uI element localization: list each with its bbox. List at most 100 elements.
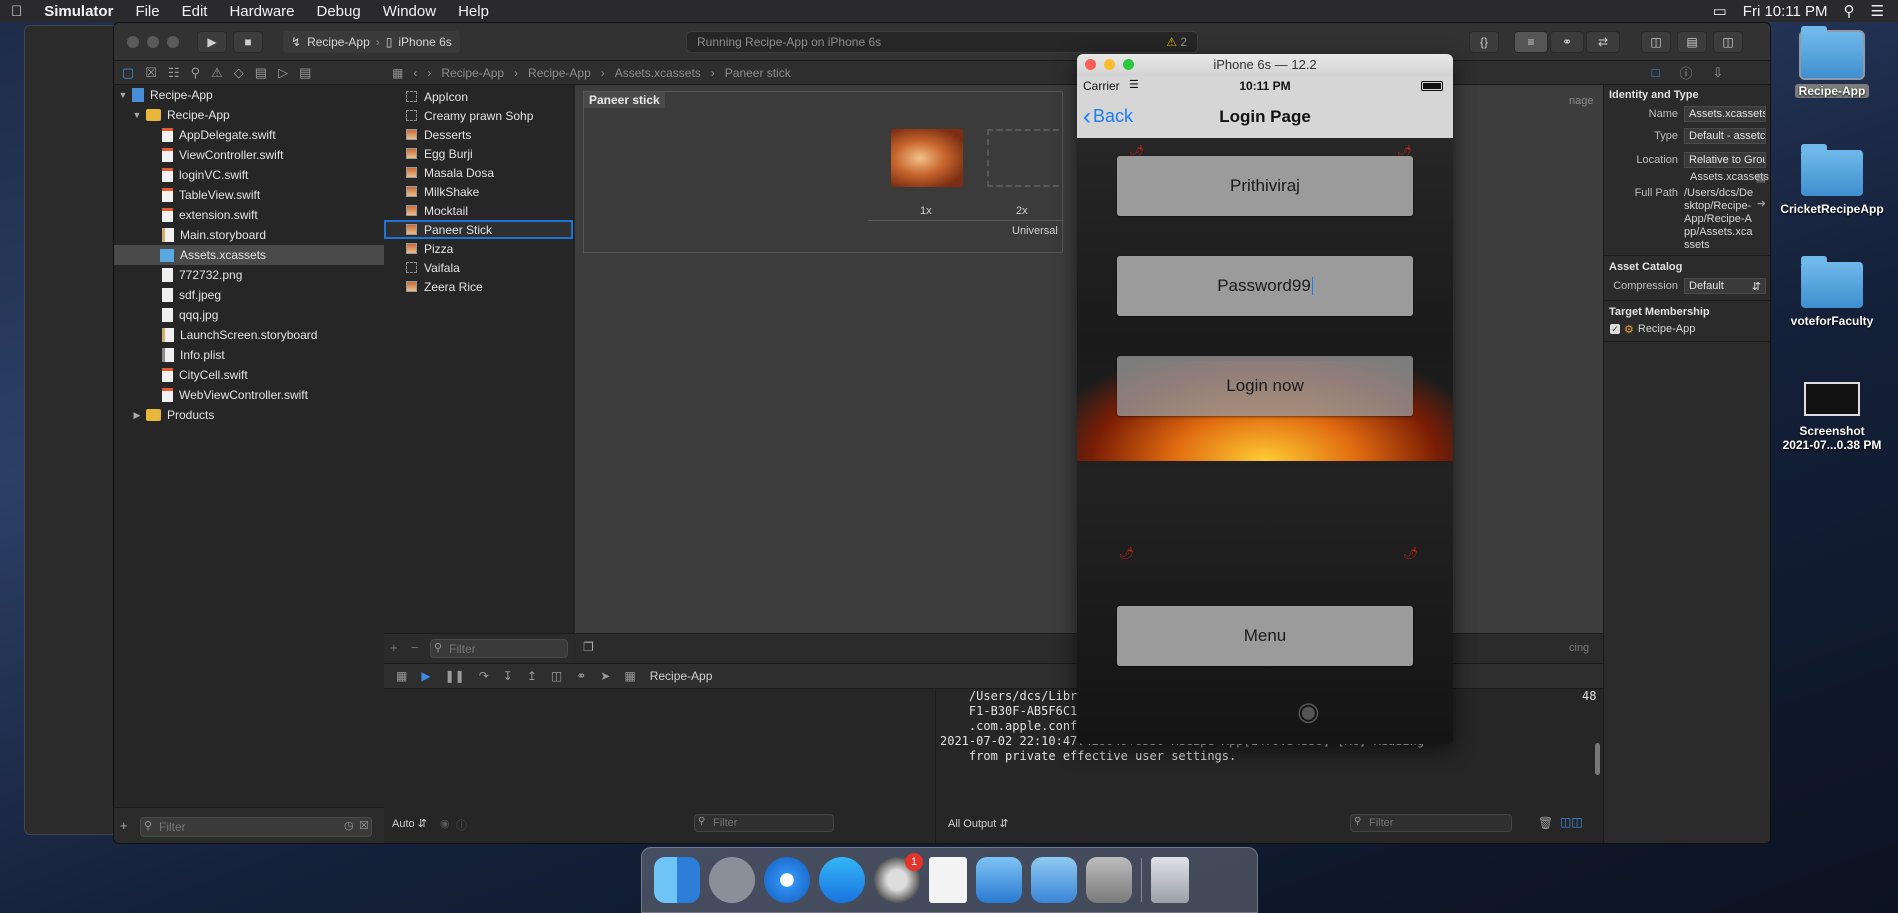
menu-hardware[interactable]: Hardware (218, 3, 305, 20)
eye-icon[interactable]: ◉ (440, 817, 450, 830)
toggle-debug-button[interactable]: ▤ (1677, 31, 1707, 53)
slicing-label-fragment[interactable]: cing (1569, 642, 1589, 654)
report-navigator-icon[interactable]: ▤ (299, 65, 311, 81)
minimize-window-button[interactable] (147, 36, 159, 48)
trash-icon[interactable]: 🗑 (1538, 816, 1553, 830)
name-field[interactable]: Assets.xcassets (1684, 106, 1766, 122)
menu-debug[interactable]: Debug (306, 3, 372, 20)
tree-row-file[interactable]: LaunchScreen.storyboard (114, 325, 384, 345)
zoom-window-button[interactable] (1123, 59, 1134, 70)
minimize-window-button[interactable] (1104, 59, 1115, 70)
add-asset-icon[interactable]: + (390, 640, 398, 655)
menu-button[interactable]: Menu (1117, 606, 1413, 666)
disclosure-closed-icon[interactable]: ▶ (132, 410, 142, 421)
breadcrumb-imageset[interactable]: Paneer stick (725, 66, 791, 80)
warning-indicator[interactable]: ⚠ 2 (1166, 35, 1187, 49)
asset-item[interactable]: Egg Burji (384, 144, 573, 163)
menu-help[interactable]: Help (447, 3, 500, 20)
asset-item[interactable]: Pizza (384, 239, 573, 258)
asset-item[interactable]: AppIcon (384, 87, 573, 106)
tree-row-file[interactable]: 772732.png (114, 265, 384, 285)
slot-2x-empty[interactable] (987, 129, 1059, 187)
assistant-editor-button[interactable]: ⚭ (1550, 31, 1584, 53)
console-filter-input[interactable] (1350, 814, 1512, 832)
tree-row-file[interactable]: ViewController.swift (114, 145, 384, 165)
tree-row-project[interactable]: ▼ Recipe-App (114, 85, 384, 105)
asset-filter-input[interactable] (430, 639, 568, 658)
split-view-icon[interactable]: ◫◫ (1560, 815, 1583, 829)
xcode-icon[interactable] (976, 857, 1022, 903)
tree-row-file[interactable]: Main.storyboard (114, 225, 384, 245)
folder-browse-icon[interactable]: ▤ (1756, 171, 1766, 184)
project-navigator-icon[interactable]: ▢ (122, 65, 134, 81)
debug-target-label[interactable]: Recipe-App (650, 669, 713, 683)
close-window-button[interactable] (127, 36, 139, 48)
tree-row-file[interactable]: TableView.swift (114, 185, 384, 205)
finder-icon[interactable] (654, 857, 700, 903)
info-icon[interactable]: ⓘ (456, 817, 467, 833)
screen-mirror-icon[interactable]: ▭ (1713, 2, 1727, 20)
type-popup[interactable]: Default - assetcatalog⇵ (1684, 128, 1766, 144)
username-field[interactable]: Prithiviraj (1117, 156, 1413, 216)
password-field[interactable]: Password99 (1117, 256, 1413, 316)
menu-app-simulator[interactable]: Simulator (33, 3, 124, 20)
tree-row-file[interactable]: AppDelegate.swift (114, 125, 384, 145)
toggle-navigator-button[interactable]: ◫ (1641, 31, 1671, 53)
step-into-icon[interactable]: ↧ (503, 669, 513, 683)
tree-row-file-selected[interactable]: Assets.xcassets (114, 245, 384, 265)
apple-menu-icon[interactable]:  (0, 3, 33, 20)
step-over-icon[interactable]: ↷ (479, 669, 489, 683)
source-control-filter-icon[interactable]: ☒ (359, 819, 369, 832)
tree-row-group[interactable]: ▼ Recipe-App (114, 105, 384, 125)
run-button[interactable]: ▶ (197, 31, 227, 53)
view-debugger-icon[interactable]: ◫ (551, 669, 562, 683)
add-icon[interactable]: + (120, 818, 128, 833)
standard-editor-button[interactable]: ≡ (1514, 31, 1548, 53)
safari-icon[interactable] (764, 857, 810, 903)
test-navigator-icon[interactable]: ◇ (234, 65, 244, 81)
file-inspector-icon[interactable]: □ (1652, 65, 1660, 80)
location-icon[interactable]: ➤ (600, 669, 610, 683)
attributes-inspector-icon[interactable]: ⇩ (1712, 65, 1723, 81)
disclosure-open-icon[interactable]: ▼ (132, 110, 142, 120)
tree-row-file[interactable]: qqq.jpg (114, 305, 384, 325)
find-navigator-icon[interactable]: ⚲ (191, 65, 201, 81)
reveal-in-finder-icon[interactable]: ➜ (1757, 197, 1766, 210)
toggle-inspector-button[interactable]: ◫ (1713, 31, 1743, 53)
desktop-screenshot-file[interactable]: Screenshot 2021-07...0.38 PM (1772, 382, 1892, 452)
preview-icon[interactable] (1086, 857, 1132, 903)
asset-item[interactable]: MilkShake (384, 182, 573, 201)
zoom-window-button[interactable] (167, 36, 179, 48)
notification-center-icon[interactable]: ☰ (1871, 2, 1884, 20)
tree-row-file[interactable]: sdf.jpeg (114, 285, 384, 305)
issue-navigator-icon[interactable]: ⚠ (211, 65, 223, 81)
menu-file[interactable]: File (124, 3, 170, 20)
tree-row-file[interactable]: WebViewController.swift (114, 385, 384, 405)
pause-icon[interactable]: ❚❚ (445, 669, 465, 683)
menubar-clock[interactable]: Fri 10:11 PM (1743, 3, 1828, 20)
library-button[interactable]: {} (1469, 31, 1499, 53)
system-preferences-icon[interactable]: 1 (874, 853, 923, 903)
debug-navigator-icon[interactable]: ▤ (255, 65, 267, 81)
target-checkbox[interactable]: ✓ (1610, 324, 1620, 334)
tree-row-file[interactable]: extension.swift (114, 205, 384, 225)
breadcrumb-project[interactable]: Recipe-App (441, 66, 504, 80)
tree-row-file[interactable]: CityCell.swift (114, 365, 384, 385)
version-editor-button[interactable]: ⇄ (1586, 31, 1620, 53)
menu-edit[interactable]: Edit (171, 3, 219, 20)
source-control-icon[interactable]: ☒ (145, 65, 157, 81)
asset-item-selected[interactable]: Paneer Stick (384, 220, 573, 239)
slot-1x-image[interactable] (891, 129, 963, 187)
hide-debug-area-icon[interactable]: ▦ (396, 669, 407, 683)
asset-item[interactable]: Desserts (384, 125, 573, 144)
show-slicing-icon[interactable]: ❐ (583, 640, 594, 654)
compression-popup[interactable]: Default ⇵ (1684, 278, 1766, 294)
spotlight-icon[interactable]: ⚲ (1844, 2, 1855, 20)
breakpoints-toggle-icon[interactable]: ▶ (421, 669, 430, 683)
variables-filter-input[interactable] (694, 814, 834, 832)
step-out-icon[interactable]: ↥ (527, 669, 537, 683)
desktop-folder-cricketrecipeapp[interactable]: CricketRecipeApp (1772, 144, 1892, 216)
asset-item[interactable]: Mocktail (384, 201, 573, 220)
stop-button[interactable]: ■ (233, 31, 263, 53)
tree-row-products[interactable]: ▶ Products (114, 405, 384, 425)
